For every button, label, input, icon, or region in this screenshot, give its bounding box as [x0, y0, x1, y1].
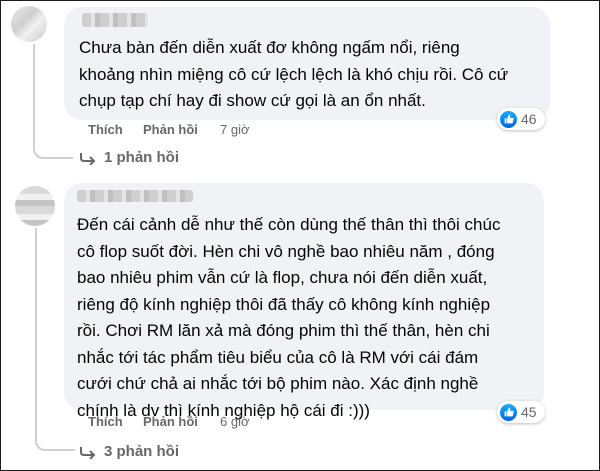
view-replies-link[interactable]: 1 phản hồi: [80, 149, 179, 166]
like-icon: [500, 403, 517, 421]
reply-arrow-icon: [80, 446, 96, 459]
like-button[interactable]: Thích: [88, 122, 123, 137]
reaction-count: 45: [521, 404, 537, 420]
reply-arrow-icon: [80, 152, 96, 165]
commenter-name-blurred[interactable]: [77, 190, 193, 202]
comment-line: cưới chứ chả ai nhắc tới bộ phim nào. Xá…: [77, 374, 479, 393]
commenter-name-blurred[interactable]: [82, 13, 148, 27]
avatar[interactable]: [11, 6, 47, 42]
comment-line: Chưa bàn đến diễn xuất đơ không ngấm nổi…: [79, 38, 460, 57]
view-replies-link[interactable]: 3 phản hồi: [80, 443, 179, 460]
replies-count-label: 1 phản hồi: [104, 149, 179, 166]
reaction-count-badge[interactable]: 46: [497, 108, 545, 130]
avatar[interactable]: [15, 186, 55, 226]
comment-text: Đến cái cảnh dễ như thế còn dùng thế thâ…: [77, 212, 500, 424]
reaction-count: 46: [521, 111, 537, 127]
comment-line: khoảng nhìn miệng cô cứ lệch lệch là khó…: [79, 64, 509, 84]
comment-line: nhắc tới tác phẩm tiêu biểu của cô là RM…: [77, 347, 479, 367]
reply-button[interactable]: Phản hồi: [143, 414, 198, 429]
comment-timestamp[interactable]: 6 giờ: [220, 414, 250, 429]
comment-line: chụp tạp chí hay đi show cứ gọi là an ổn…: [79, 91, 426, 110]
comment-text: Chưa bàn đến diễn xuất đơ không ngấm nổi…: [79, 35, 508, 115]
like-button[interactable]: Thích: [88, 414, 123, 429]
comment-line: Đến cái cảnh dễ như thế còn dùng thế thâ…: [77, 215, 501, 234]
comment-line: rồi. Chơi RM lăn xả mà đóng phim thì thế…: [77, 321, 490, 340]
comment-line: riêng độ kính nghiệp thôi đã thấy cô khô…: [77, 294, 491, 314]
comment-line: cô flop suốt đời. Hèn chi vô nghề bao nh…: [77, 241, 495, 261]
comment-line: chính là dv thì kính nghiệp hộ cái đi :)…: [77, 400, 370, 420]
reply-button[interactable]: Phản hồi: [143, 122, 198, 137]
replies-count-label: 3 phản hồi: [104, 443, 179, 460]
comment-timestamp[interactable]: 7 giờ: [220, 122, 250, 137]
like-icon: [500, 110, 517, 128]
comment-line: bao nhiêu phim vẫn cứ là flop, chưa nói …: [77, 268, 488, 287]
reaction-count-badge[interactable]: 45: [497, 401, 545, 423]
